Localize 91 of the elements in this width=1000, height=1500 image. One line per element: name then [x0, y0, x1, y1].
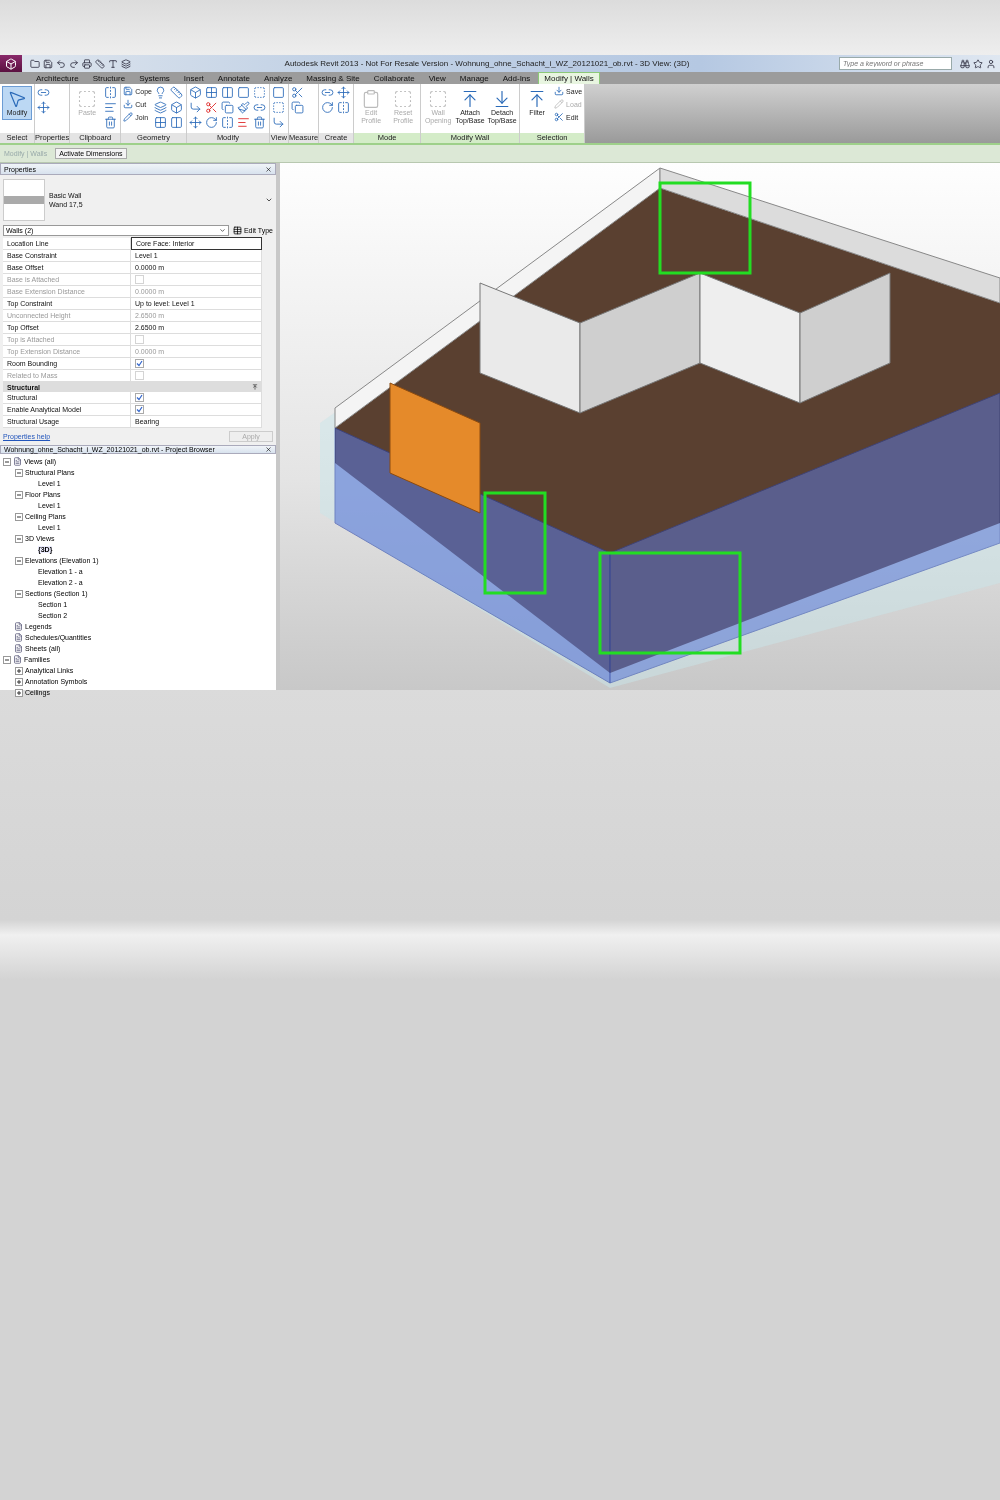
tool-icon[interactable]: [204, 116, 218, 129]
toolbar-icon[interactable]: [30, 58, 40, 69]
tool-icon[interactable]: [236, 101, 250, 114]
tool-icon[interactable]: [153, 101, 167, 114]
tool-icon[interactable]: [252, 86, 266, 99]
toolbar-icon[interactable]: [986, 58, 996, 69]
tool-icon[interactable]: [169, 116, 183, 129]
ribbon-tab[interactable]: Collaborate: [367, 72, 421, 84]
checkbox[interactable]: [135, 359, 144, 368]
checkbox[interactable]: [135, 405, 144, 414]
tool-icon[interactable]: [37, 86, 50, 99]
toolbar-icon[interactable]: [95, 58, 105, 69]
tool-icon: [77, 89, 98, 109]
tool-icon: [7, 89, 27, 109]
tool-icon[interactable]: [204, 101, 218, 114]
ribbon-tab[interactable]: Manage: [453, 72, 495, 84]
checkbox[interactable]: [135, 393, 144, 402]
tool-icon[interactable]: [104, 86, 118, 99]
tool-icon[interactable]: [220, 86, 234, 99]
tool-icon[interactable]: [169, 86, 183, 99]
tool-icon: [428, 89, 449, 109]
tool-icon[interactable]: [104, 116, 118, 129]
collapse-toggle[interactable]: [15, 589, 23, 598]
tool-icon[interactable]: [204, 86, 218, 99]
wall-type-preview: [3, 179, 45, 221]
tool-icon[interactable]: [236, 116, 250, 129]
ribbon-tab[interactable]: Massing & Site: [300, 72, 366, 84]
collapse-toggle[interactable]: [3, 457, 11, 466]
dropdown-icon: [218, 227, 226, 234]
ribbon-tab[interactable]: Systems: [133, 72, 176, 84]
ribbon-tab[interactable]: View: [422, 72, 452, 84]
toolbar-icon[interactable]: [69, 58, 79, 69]
expand-toggle[interactable]: [15, 688, 23, 697]
window-title: Autodesk Revit 2013 - Not For Resale Version - Wohnung_ohne_Schacht_i_WZ_20121021_ob.rvt - 3D View: (3D): [283, 59, 691, 68]
toolbar-icon[interactable]: [121, 58, 131, 69]
tool-icon[interactable]: [220, 116, 234, 129]
tool-icon[interactable]: [271, 86, 285, 99]
collapse-toggle[interactable]: [15, 490, 23, 499]
ribbon-tab[interactable]: Add-Ins: [496, 72, 537, 84]
tool-icon: [393, 89, 414, 109]
toolbar-icon[interactable]: [56, 58, 66, 69]
tool-icon[interactable]: [337, 101, 351, 114]
tool-icon[interactable]: [188, 116, 202, 129]
tool-icon[interactable]: [188, 86, 202, 99]
tool-icon[interactable]: [321, 86, 335, 99]
tool-icon: [123, 99, 134, 109]
tool-icon[interactable]: [321, 101, 335, 114]
ribbon-tab[interactable]: Structure: [86, 72, 132, 84]
toolbar-icon[interactable]: [82, 58, 92, 69]
tool-icon[interactable]: [271, 116, 285, 129]
ribbon-tab[interactable]: Annotate: [211, 72, 256, 84]
tool-icon: [554, 86, 565, 96]
tool-icon[interactable]: [290, 101, 304, 114]
tool-icon: [554, 112, 565, 122]
dropdown-icon[interactable]: [265, 196, 273, 204]
collapse-toggle[interactable]: [15, 556, 23, 565]
collapse-toggle[interactable]: [15, 468, 23, 477]
tool-icon[interactable]: [236, 86, 250, 99]
toolbar-icon[interactable]: [43, 58, 53, 69]
ribbon-tab[interactable]: Modify | Walls: [538, 72, 600, 84]
collapse-toggle[interactable]: [15, 512, 23, 521]
tool-icon[interactable]: [271, 101, 285, 114]
tool-icon: [123, 86, 134, 96]
toolbar-icon[interactable]: [960, 58, 970, 69]
expand-toggle[interactable]: [15, 666, 23, 675]
tool-icon[interactable]: [37, 101, 50, 114]
collapse-icon[interactable]: [252, 384, 258, 390]
tool-icon: [554, 99, 565, 109]
tool-icon[interactable]: [169, 101, 183, 114]
tool-icon: [123, 112, 134, 122]
cube-icon: [5, 57, 17, 70]
ribbon-tab[interactable]: Architecture: [30, 72, 85, 84]
tool-icon[interactable]: [290, 86, 304, 99]
toolbar-icon[interactable]: [108, 58, 118, 69]
ribbon-tab[interactable]: Insert: [177, 72, 210, 84]
close-icon[interactable]: [265, 165, 272, 173]
tool-icon[interactable]: [188, 101, 202, 114]
collapse-toggle[interactable]: [3, 655, 11, 664]
ribbon-tab[interactable]: Analyze: [257, 72, 299, 84]
tool-icon[interactable]: [104, 101, 118, 114]
close-icon[interactable]: [265, 446, 272, 453]
app-menu-button[interactable]: [0, 55, 22, 72]
toolbar-icon[interactable]: [973, 58, 983, 69]
tool-icon[interactable]: [252, 101, 266, 114]
tool-icon[interactable]: [153, 116, 167, 129]
collapse-toggle[interactable]: [15, 534, 23, 543]
tool-icon[interactable]: [220, 101, 234, 114]
table-icon: [232, 226, 242, 235]
tool-icon[interactable]: [337, 86, 351, 99]
tool-icon[interactable]: [252, 116, 266, 129]
expand-toggle[interactable]: [15, 677, 23, 686]
